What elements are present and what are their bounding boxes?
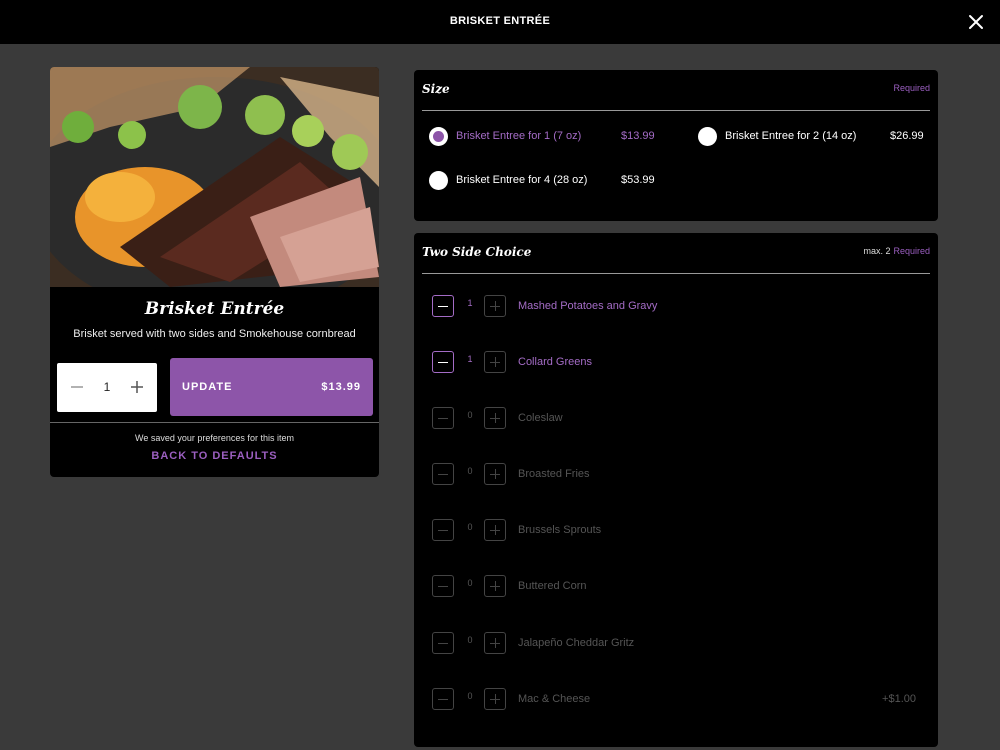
side-name: Collard Greens — [518, 356, 592, 368]
side-count: 1 — [467, 354, 473, 364]
size-option-label: Brisket Entree for 1 (7 oz) — [456, 130, 582, 142]
side-minus-button[interactable] — [432, 407, 454, 429]
side-option: 1 Collard Greens — [432, 351, 922, 375]
back-to-defaults-link[interactable]: BACK TO DEFAULTS — [50, 450, 379, 462]
side-option: 0 Brussels Sprouts — [432, 519, 922, 543]
side-plus-button[interactable] — [484, 463, 506, 485]
quantity-stepper: 1 — [57, 363, 157, 412]
page-title: BRISKET ENTRÉE — [449, 15, 551, 27]
quantity-plus-button[interactable] — [126, 376, 148, 398]
size-option-1[interactable]: Brisket Entree for 1 (7 oz) $13.99 — [429, 127, 669, 147]
side-option: 0 Buttered Corn — [432, 575, 922, 599]
radio-button[interactable] — [698, 127, 717, 146]
side-option: 0 Coleslaw — [432, 407, 922, 431]
side-count: 0 — [467, 410, 473, 420]
side-name: Coleslaw — [518, 412, 563, 424]
item-description: Brisket served with two sides and Smokeh… — [73, 328, 356, 340]
side-count: 0 — [467, 578, 473, 588]
divider — [422, 110, 930, 111]
side-minus-button[interactable] — [432, 295, 454, 317]
sides-title: Two Side Choice — [422, 245, 532, 259]
side-minus-button[interactable] — [432, 575, 454, 597]
divider — [422, 273, 930, 274]
side-plus-button[interactable] — [484, 407, 506, 429]
close-icon[interactable] — [966, 12, 986, 32]
sides-max-label: max. 2 — [863, 246, 891, 256]
item-card: Brisket Entrée Brisket served with two s… — [50, 67, 379, 477]
side-option: 0 Broasted Fries — [432, 463, 922, 487]
side-name: Brussels Sprouts — [518, 524, 602, 536]
side-plus-button[interactable] — [484, 351, 506, 373]
side-option: 0 Mac & Cheese +$1.00 — [432, 688, 922, 712]
side-count: 0 — [467, 691, 473, 701]
side-plus-button[interactable] — [484, 295, 506, 317]
size-title: Size — [422, 82, 450, 96]
side-extra-price: +$1.00 — [882, 693, 916, 705]
size-required-badge: Required — [893, 83, 930, 93]
side-plus-button[interactable] — [484, 688, 506, 710]
side-minus-button[interactable] — [432, 688, 454, 710]
size-option-label: Brisket Entree for 4 (28 oz) — [456, 174, 588, 186]
saved-preferences-note: We saved your preferences for this item — [135, 433, 294, 443]
plus-icon — [131, 381, 143, 393]
side-count: 0 — [467, 466, 473, 476]
side-name: Buttered Corn — [518, 580, 587, 592]
side-count: 0 — [467, 522, 473, 532]
side-plus-button[interactable] — [484, 575, 506, 597]
size-option-4[interactable]: Brisket Entree for 4 (28 oz) $53.99 — [429, 171, 669, 191]
side-minus-button[interactable] — [432, 463, 454, 485]
side-count: 0 — [467, 635, 473, 645]
side-plus-button[interactable] — [484, 632, 506, 654]
item-name: Brisket Entrée — [144, 299, 285, 319]
radio-button[interactable] — [429, 171, 448, 190]
size-option-price: $26.99 — [890, 130, 924, 142]
side-name: Broasted Fries — [518, 468, 590, 480]
radio-button[interactable] — [429, 127, 448, 146]
size-option-price: $13.99 — [621, 130, 655, 142]
side-option: 1 Mashed Potatoes and Gravy — [432, 295, 922, 319]
divider — [50, 422, 379, 423]
side-count: 1 — [467, 298, 473, 308]
update-button-label: UPDATE — [182, 381, 233, 393]
side-minus-button[interactable] — [432, 519, 454, 541]
update-button-price: $13.99 — [321, 381, 361, 393]
update-button[interactable]: UPDATE $13.99 — [170, 358, 373, 416]
item-photo — [50, 67, 379, 287]
header-bar: BRISKET ENTRÉE — [0, 0, 1000, 44]
sides-panel: Two Side Choice max. 2 Required 1 Mashed … — [414, 233, 938, 747]
side-plus-button[interactable] — [484, 519, 506, 541]
side-name: Mac & Cheese — [518, 693, 591, 705]
size-option-label: Brisket Entree for 2 (14 oz) — [725, 130, 857, 142]
size-option-price: $53.99 — [621, 174, 655, 186]
side-minus-button[interactable] — [432, 632, 454, 654]
side-name: Mashed Potatoes and Gravy — [518, 300, 658, 312]
side-option: 0 Jalapeño Cheddar Gritz — [432, 632, 922, 656]
side-minus-button[interactable] — [432, 351, 454, 373]
sides-required-label: Required — [893, 246, 930, 256]
sides-required-badge: max. 2 Required — [863, 246, 930, 256]
side-name: Jalapeño Cheddar Gritz — [518, 637, 635, 649]
size-panel: Size Required Brisket Entree for 1 (7 oz… — [414, 70, 938, 221]
size-option-2[interactable]: Brisket Entree for 2 (14 oz) $26.99 — [698, 127, 924, 147]
